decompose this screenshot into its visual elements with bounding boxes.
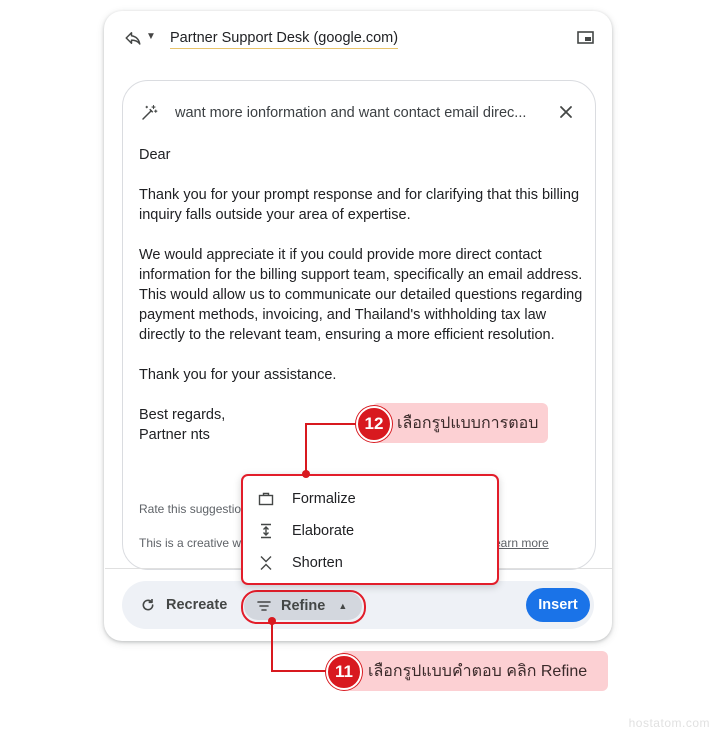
rate-suggestion-text: Rate this suggestio bbox=[139, 502, 242, 516]
disclaimer-text: This is a creative w bbox=[139, 536, 242, 550]
briefcase-icon bbox=[258, 492, 274, 506]
annotation-11-connector bbox=[271, 621, 273, 671]
annotation-12-badge: 12 bbox=[356, 406, 392, 442]
insert-button[interactable]: Insert bbox=[526, 588, 590, 622]
refine-highlight bbox=[241, 590, 366, 624]
annotation-11-callout: เลือกรูปแบบคำตอบ คลิก Refine bbox=[340, 651, 608, 691]
annotation-12-callout: เลือกรูปแบบการตอบ bbox=[372, 403, 548, 443]
magic-wand-icon bbox=[142, 104, 158, 120]
close-icon[interactable] bbox=[558, 104, 574, 120]
recipient-field[interactable]: Partner Support Desk (google.com) bbox=[170, 30, 399, 49]
draft-paragraph-1: Thank you for your prompt response and f… bbox=[139, 187, 580, 223]
draft-paragraph-3: Thank you for your assistance. bbox=[139, 367, 337, 383]
reply-icon[interactable] bbox=[124, 29, 142, 47]
menu-item-label: Elaborate bbox=[292, 523, 355, 539]
annotation-12-connector bbox=[305, 423, 360, 425]
prompt-text[interactable]: want more ionformation and want contact … bbox=[175, 105, 531, 121]
learn-more-link[interactable]: earn more bbox=[494, 536, 549, 550]
draft-paragraph-2: We would appreciate it if you could prov… bbox=[139, 247, 583, 343]
popout-icon[interactable] bbox=[577, 31, 594, 44]
annotation-12-dot bbox=[302, 470, 310, 478]
annotation-12-connector bbox=[305, 423, 307, 475]
annotation-11-dot bbox=[268, 617, 276, 625]
menu-item-formalize[interactable]: Formalize bbox=[258, 487, 356, 511]
annotation-12-text: เลือกรูปแบบการตอบ bbox=[397, 414, 539, 432]
menu-item-label: Formalize bbox=[292, 491, 356, 507]
refresh-icon bbox=[142, 599, 154, 611]
annotation-11-text: เลือกรูปแบบคำตอบ คลิก Refine bbox=[368, 662, 588, 680]
expand-icon bbox=[261, 523, 271, 539]
recreate-button[interactable]: Recreate bbox=[140, 593, 227, 617]
menu-item-label: Shorten bbox=[292, 555, 343, 571]
recreate-label: Recreate bbox=[166, 597, 228, 613]
draft-greeting: Dear bbox=[139, 147, 171, 163]
menu-item-shorten[interactable]: Shorten bbox=[258, 551, 343, 575]
draft-body: Dear Thank you for your prompt response … bbox=[139, 145, 585, 445]
watermark: hostatom.com bbox=[628, 716, 710, 730]
shorten-icon bbox=[260, 556, 272, 570]
annotation-11-badge: 11 bbox=[326, 654, 362, 690]
reply-dropdown-icon[interactable]: ▼ bbox=[146, 31, 156, 42]
menu-item-elaborate[interactable]: Elaborate bbox=[258, 519, 354, 543]
annotation-11-connector bbox=[271, 670, 331, 672]
